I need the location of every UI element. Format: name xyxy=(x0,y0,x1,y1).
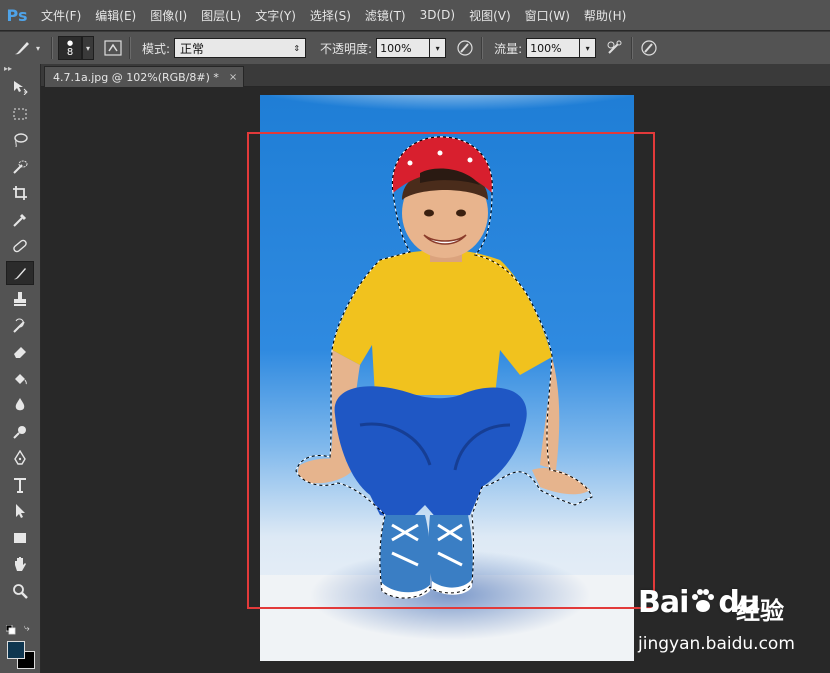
document-tab-title: 4.7.1a.jpg @ 102%(RGB/8#) * xyxy=(53,70,219,84)
tool-preset-picker[interactable] xyxy=(8,37,36,59)
menu-edit[interactable]: 编辑(E) xyxy=(88,7,143,24)
document-tab-bar: 4.7.1a.jpg @ 102%(RGB/8#) * × xyxy=(41,64,830,87)
type-icon xyxy=(14,477,26,493)
brush-icon xyxy=(14,267,26,280)
marquee-tool[interactable] xyxy=(0,101,40,128)
tools-panel: ▸▸ xyxy=(0,64,41,673)
crop-tool[interactable] xyxy=(0,180,40,207)
lasso-icon xyxy=(14,133,28,148)
watermark-url: jingyan.baidu.com xyxy=(638,634,795,654)
rectangle-icon xyxy=(14,532,26,543)
blur-tool[interactable] xyxy=(0,392,40,419)
panel-collapse-icon[interactable]: ▸▸ xyxy=(0,64,40,74)
menu-help[interactable]: 帮助(H) xyxy=(577,7,633,24)
menu-3d[interactable]: 3D(D) xyxy=(413,8,462,22)
pen-tool[interactable] xyxy=(0,445,40,472)
menu-image[interactable]: 图像(I) xyxy=(143,7,194,24)
path-selection-tool[interactable] xyxy=(0,498,40,525)
history-brush-icon xyxy=(13,318,25,333)
pressure-size-toggle[interactable] xyxy=(638,37,660,59)
close-icon[interactable]: × xyxy=(229,72,237,83)
clone-stamp-tool[interactable] xyxy=(0,286,40,313)
eraser-icon xyxy=(14,347,26,359)
flow-label: 流量: xyxy=(494,41,523,56)
select-arrows-icon: ⇕ xyxy=(293,43,301,53)
move-tool[interactable] xyxy=(0,74,40,101)
pen-pressure-icon xyxy=(457,40,473,56)
menu-file[interactable]: 文件(F) xyxy=(34,7,88,24)
lasso-tool[interactable] xyxy=(0,127,40,154)
hand-icon xyxy=(15,557,26,572)
divider xyxy=(51,37,53,59)
history-brush-tool[interactable] xyxy=(0,313,40,340)
crop-icon xyxy=(13,186,27,201)
brush-tool[interactable] xyxy=(0,260,40,287)
blend-mode-select[interactable]: 正常 ⇕ xyxy=(174,38,307,58)
divider xyxy=(481,37,484,59)
menu-filter[interactable]: 滤镜(T) xyxy=(358,7,413,24)
stamp-icon xyxy=(14,292,26,307)
opacity-dropdown[interactable]: ▾ xyxy=(430,38,447,58)
eraser-tool[interactable] xyxy=(0,339,40,366)
pen-pressure-size-icon xyxy=(641,40,657,56)
quick-selection-icon xyxy=(13,160,28,174)
bandage-icon xyxy=(13,239,27,253)
airbrush-toggle[interactable] xyxy=(604,37,626,59)
drop-icon xyxy=(15,398,25,411)
brush-size-value: 8 xyxy=(66,47,74,58)
pressure-opacity-toggle[interactable] xyxy=(454,37,476,59)
blend-mode-value: 正常 xyxy=(180,41,205,56)
magnifier-icon xyxy=(13,583,28,599)
brush-size-preview[interactable]: ● 8 xyxy=(58,36,82,60)
eyedropper-icon xyxy=(13,213,27,227)
opacity-field[interactable]: 100% xyxy=(376,38,431,58)
rectangle-tool[interactable] xyxy=(0,525,40,552)
document-tab[interactable]: 4.7.1a.jpg @ 102%(RGB/8#) * × xyxy=(44,66,245,87)
rectangular-marquee-icon xyxy=(13,108,27,120)
pen-icon xyxy=(14,450,26,465)
options-bar: ▾ ● 8 ▾ 模式: 正常 ⇕ 不透明度: 100% ▾ 流量: 100% ▾ xyxy=(0,31,830,65)
jingyan-brand: 经验 xyxy=(736,597,784,625)
flow-field[interactable]: 100% xyxy=(526,38,581,58)
menu-window[interactable]: 窗口(W) xyxy=(518,7,577,24)
dodge-tool[interactable] xyxy=(0,419,40,446)
photoshop-logo: Ps xyxy=(6,5,28,25)
divider xyxy=(129,37,131,59)
menu-type[interactable]: 文字(Y) xyxy=(248,7,303,24)
brush-panel-toggle[interactable] xyxy=(102,37,124,59)
menu-select[interactable]: 选择(S) xyxy=(303,7,358,24)
paw-icon xyxy=(692,589,715,612)
divider xyxy=(631,37,634,59)
flow-dropdown[interactable]: ▾ xyxy=(580,38,597,58)
zoom-tool[interactable] xyxy=(0,578,40,605)
opacity-label: 不透明度: xyxy=(320,41,373,56)
menu-bar: Ps 文件(F) 编辑(E) 图像(I) 图层(L) 文字(Y) 选择(S) 滤… xyxy=(0,0,830,30)
chevron-down-icon[interactable]: ▾ xyxy=(36,44,46,53)
menu-view[interactable]: 视图(V) xyxy=(462,7,518,24)
brush-picker-dropdown[interactable]: ▾ xyxy=(82,36,94,60)
path-selection-icon xyxy=(16,504,25,519)
hand-tool[interactable] xyxy=(0,551,40,578)
baidu-jingyan-watermark: Bai du 经验 jingyan.baidu.com xyxy=(638,585,828,665)
move-icon xyxy=(14,81,28,96)
brush-icon xyxy=(15,42,29,55)
highlight-rectangle xyxy=(247,132,655,609)
default-colors-icon[interactable] xyxy=(5,624,16,635)
swap-colors-icon[interactable]: ⤷ xyxy=(24,623,30,634)
quick-selection-tool[interactable] xyxy=(0,154,40,181)
healing-brush-tool[interactable] xyxy=(0,233,40,260)
brush-panel-icon xyxy=(104,40,122,56)
paint-bucket-icon xyxy=(15,373,27,385)
foreground-color-swatch[interactable] xyxy=(7,641,25,659)
menu-layer[interactable]: 图层(L) xyxy=(194,7,248,24)
mode-label: 模式: xyxy=(142,41,171,56)
paint-bucket-tool[interactable] xyxy=(0,366,40,393)
eyedropper-tool[interactable] xyxy=(0,207,40,234)
airbrush-icon xyxy=(607,40,622,54)
type-tool[interactable] xyxy=(0,472,40,499)
dodge-icon xyxy=(13,425,26,439)
